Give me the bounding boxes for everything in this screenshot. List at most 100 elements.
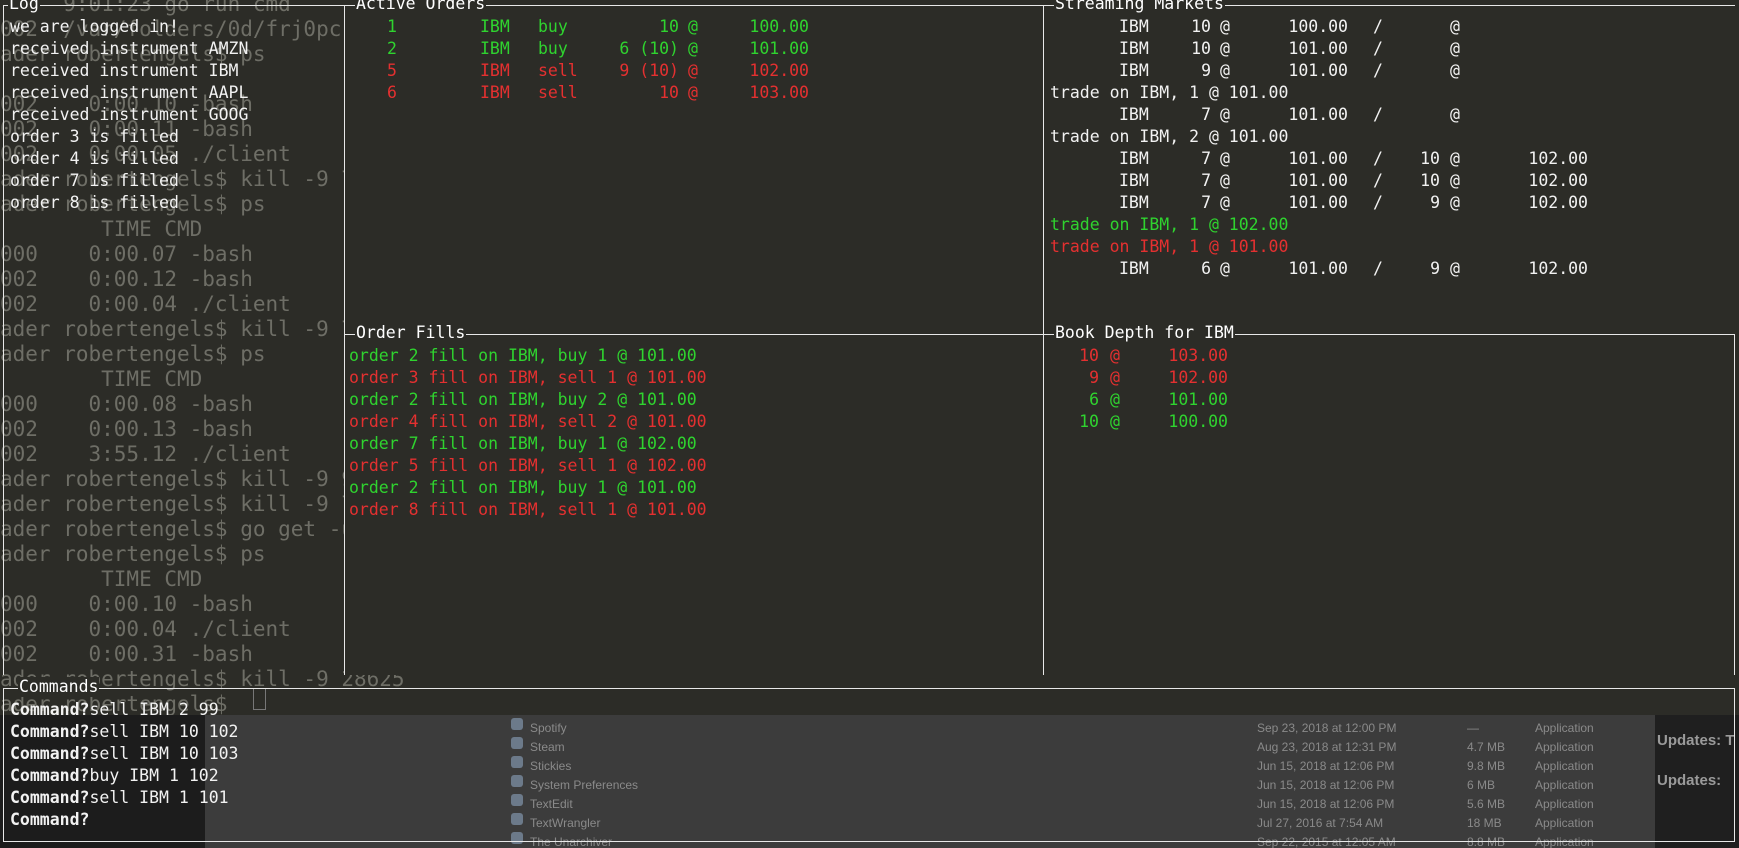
bid-qty: 9 (1201, 61, 1211, 80)
depth-at-sign: @ (1110, 368, 1120, 387)
bid-qty: 7 (1201, 105, 1211, 124)
bid-price: 101.00 (1288, 259, 1348, 278)
bid-qty: 6 (1201, 259, 1211, 278)
fill-line: order 2 fill on IBM, buy 2 @ 101.00 (349, 390, 697, 409)
commands-panel[interactable]: Commands Command?sell IBM 2 99 Command?se… (3, 677, 1735, 842)
command-prompt: Command? (10, 722, 90, 741)
quote-symbol: IBM (1119, 193, 1149, 212)
ask-qty: 9 (1430, 259, 1440, 278)
fill-line: order 2 fill on IBM, buy 1 @ 101.00 (349, 478, 697, 497)
log-line: received instrument AMZN (10, 39, 249, 58)
command-input-line[interactable]: Command? (10, 809, 89, 831)
order-price: 100.00 (749, 17, 809, 36)
order-symbol: IBM (480, 39, 510, 58)
command-history-line: Command?sell IBM 10 103 (10, 743, 239, 765)
quote-slash: / (1373, 171, 1383, 190)
command-text: sell IBM 10 102 (89, 722, 239, 741)
quote-symbol: IBM (1119, 17, 1149, 36)
trade-line: trade on IBM, 2 @ 101.00 (1050, 127, 1289, 146)
depth-at-sign: @ (1110, 390, 1120, 409)
order-qty: 10 (659, 17, 679, 36)
order-price: 102.00 (749, 61, 809, 80)
log-line: order 4 is filled (10, 149, 179, 168)
command-text: sell IBM 10 103 (89, 744, 239, 763)
quote-slash: / (1373, 149, 1383, 168)
depth-at-sign: @ (1110, 346, 1120, 365)
bid-qty: 7 (1201, 193, 1211, 212)
command-history-line: Command?sell IBM 2 99 (10, 699, 219, 721)
order-price: 103.00 (749, 83, 809, 102)
command-prompt: Command? (10, 766, 90, 785)
depth-price: 103.00 (1168, 346, 1228, 365)
command-text: sell IBM 2 99 (89, 700, 219, 719)
trade-line: trade on IBM, 1 @ 102.00 (1050, 215, 1289, 234)
ask-at-sign: @ (1450, 259, 1460, 278)
order-id: 6 (387, 83, 397, 102)
bid-qty: 10 (1191, 17, 1211, 36)
depth-price: 101.00 (1168, 390, 1228, 409)
order-id: 2 (387, 39, 397, 58)
log-panel[interactable]: Log we are logged in! received instrument… (3, 0, 345, 675)
bid-at-sign: @ (1220, 39, 1230, 58)
bid-qty: 7 (1201, 149, 1211, 168)
log-line: order 7 is filled (10, 171, 179, 190)
ask-qty: 10 (1420, 171, 1440, 190)
ask-price: 102.00 (1528, 171, 1588, 190)
order-id: 1 (387, 17, 397, 36)
bid-at-sign: @ (1220, 259, 1230, 278)
quote-symbol: IBM (1119, 259, 1149, 278)
ask-at-sign: @ (1450, 149, 1460, 168)
command-prompt: Command? (10, 788, 90, 807)
quote-symbol: IBM (1119, 61, 1149, 80)
order-at-sign: @ (688, 83, 698, 102)
order-symbol: IBM (480, 83, 510, 102)
log-line: received instrument GOOG (10, 105, 249, 124)
bid-at-sign: @ (1220, 149, 1230, 168)
bid-at-sign: @ (1220, 61, 1230, 80)
order-at-sign: @ (688, 17, 698, 36)
order-side: sell (538, 83, 578, 102)
ask-at-sign: @ (1450, 39, 1460, 58)
trade-line: trade on IBM, 1 @ 101.00 (1050, 237, 1289, 256)
bid-price: 101.00 (1288, 149, 1348, 168)
quote-symbol: IBM (1119, 39, 1149, 58)
bid-at-sign: @ (1220, 193, 1230, 212)
ask-at-sign: @ (1450, 17, 1460, 36)
quote-symbol: IBM (1119, 171, 1149, 190)
order-id: 5 (387, 61, 397, 80)
order-fills-title: Order Fills (355, 323, 467, 343)
log-line: we are logged in! (10, 17, 179, 36)
order-symbol: IBM (480, 17, 510, 36)
order-fills-panel[interactable]: Order Fills order 2 fill on IBM, buy 1 @… (344, 323, 1044, 675)
bid-price: 100.00 (1288, 17, 1348, 36)
command-prompt: Command? (10, 744, 90, 763)
streaming-markets-panel[interactable]: Streaming Markets IBM 10 @100.00 / @ IBM 10 @10… (1043, 0, 1735, 334)
command-prompt: Command? (10, 700, 90, 719)
fill-line: order 7 fill on IBM, buy 1 @ 102.00 (349, 434, 697, 453)
quote-slash: / (1373, 193, 1383, 212)
ask-price: 102.00 (1528, 149, 1588, 168)
ask-at-sign: @ (1450, 61, 1460, 80)
depth-at-sign: @ (1110, 412, 1120, 431)
quote-slash: / (1373, 39, 1383, 58)
quote-slash: / (1373, 61, 1383, 80)
commands-title: Commands (18, 677, 100, 697)
ask-qty: 10 (1420, 149, 1440, 168)
trade-line: trade on IBM, 1 @ 101.00 (1050, 83, 1289, 102)
bid-price: 101.00 (1288, 105, 1348, 124)
bid-qty: 7 (1201, 171, 1211, 190)
book-depth-title: Book Depth for IBM (1054, 323, 1235, 343)
active-orders-title: Active Orders (355, 0, 487, 14)
bid-price: 101.00 (1288, 61, 1348, 80)
bid-at-sign: @ (1220, 105, 1230, 124)
order-at-sign: @ (688, 61, 698, 80)
log-line: received instrument AAPL (10, 83, 249, 102)
order-side: sell (538, 61, 578, 80)
quote-symbol: IBM (1119, 105, 1149, 124)
streaming-markets-title: Streaming Markets (1054, 0, 1225, 14)
depth-qty: 6 (1089, 390, 1099, 409)
active-orders-panel[interactable]: Active Orders 1 IBM buy 10 @100.00 2 IBM buy 6 (… (344, 0, 1044, 334)
command-text: sell IBM 1 101 (89, 788, 229, 807)
book-depth-panel[interactable]: Book Depth for IBM 10 @103.00 9 @102.00 6 @10… (1043, 323, 1735, 675)
depth-price: 100.00 (1168, 412, 1228, 431)
